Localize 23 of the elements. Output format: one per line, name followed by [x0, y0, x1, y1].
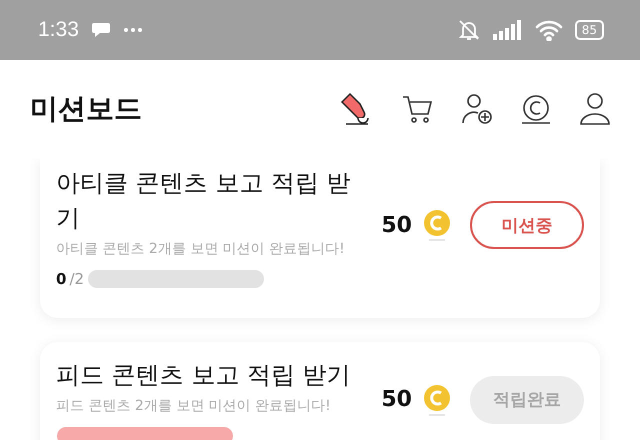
mission-title: 피드 콘텐츠 보고 적립 받기	[56, 360, 352, 391]
reward-points: 50	[381, 212, 412, 238]
coin-icon[interactable]	[519, 92, 553, 126]
wifi-icon	[534, 19, 563, 41]
signal-icon	[492, 20, 523, 40]
user-icon[interactable]	[578, 92, 612, 126]
mission-description: 아티클 콘텐츠 2개를 보면 미션이 완료됩니다!	[56, 240, 346, 258]
more-icon	[122, 27, 143, 33]
mission-title: 아티클 콘텐츠 보고 적립 받기	[56, 168, 352, 234]
coin-icon	[422, 382, 452, 416]
coin-icon	[422, 208, 452, 242]
reward-points: 50	[381, 387, 412, 412]
mission-description: 피드 콘텐츠 2개를 보면 미션이 완료됩니다!	[56, 397, 332, 415]
muted-bell-icon	[456, 18, 481, 42]
status-time: 1:33	[38, 18, 79, 42]
mission-status-button[interactable]: 적립완료	[470, 376, 584, 424]
chat-icon	[90, 21, 111, 39]
battery-icon: 85	[574, 20, 604, 40]
add-user-icon[interactable]	[460, 92, 494, 126]
progress-total: /2	[69, 270, 84, 288]
page-title: 미션보드	[30, 91, 142, 127]
mission-status-button[interactable]: 미션중	[470, 201, 584, 249]
progress-count: 0	[56, 270, 66, 288]
